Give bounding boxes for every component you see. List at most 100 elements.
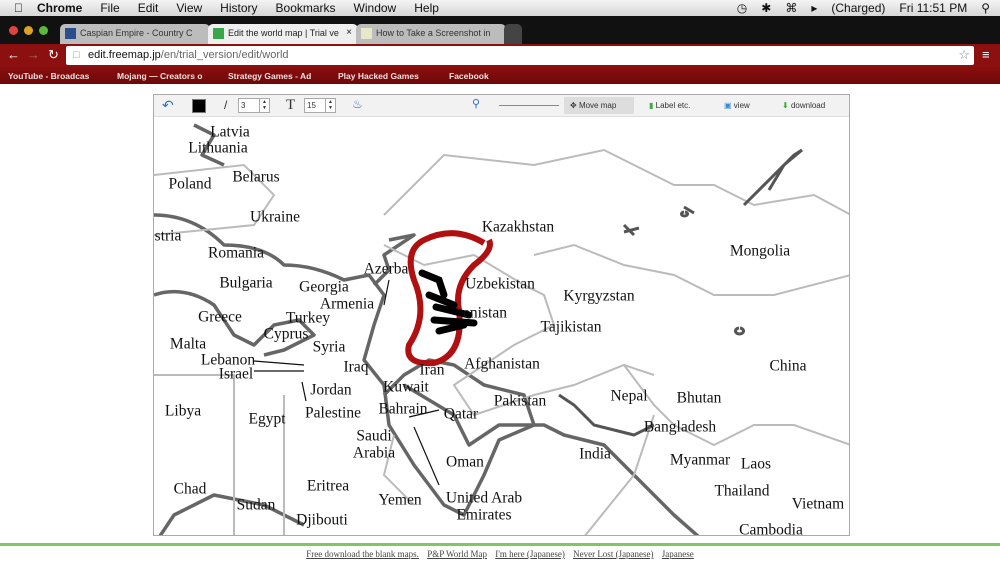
wifi-icon[interactable]: ⌘ bbox=[785, 1, 797, 15]
view-button[interactable]: ▣ view bbox=[724, 101, 750, 110]
red-scribble bbox=[405, 230, 493, 367]
undo-icon[interactable]: ↶ bbox=[162, 97, 174, 114]
chrome-menu-icon[interactable]: ≡ bbox=[982, 47, 990, 62]
map-label-chad: Chad bbox=[173, 480, 207, 498]
zoom-slider[interactable] bbox=[499, 105, 559, 106]
map-label-thailand: Thailand bbox=[714, 482, 770, 500]
menu-app[interactable]: Chrome bbox=[37, 1, 82, 15]
map-label-palestine: Palestine bbox=[305, 404, 361, 422]
map-label-oman: Oman bbox=[446, 453, 484, 471]
forward-icon[interactable]: → bbox=[27, 47, 40, 62]
footer-link-pp-world-map[interactable]: P&P World Map bbox=[427, 549, 487, 559]
footer-link-blank-maps[interactable]: Free download the blank maps. bbox=[306, 549, 419, 559]
map-label-emirates: Emirates bbox=[456, 506, 512, 524]
tab-how-to-screenshot[interactable]: How to Take a Screenshot in bbox=[356, 24, 506, 44]
map-label-poland: Poland bbox=[168, 175, 212, 193]
reload-icon[interactable]: ↻ bbox=[48, 47, 59, 63]
bookmark-play-hacked-games[interactable]: Play Hacked Games bbox=[338, 71, 419, 81]
menu-help[interactable]: Help bbox=[414, 1, 439, 15]
map-label-bhutan: Bhutan bbox=[676, 389, 722, 407]
map-label-iraq: Iraq bbox=[343, 358, 369, 376]
map-label-enistan: enistan bbox=[463, 304, 507, 322]
bar-chart-icon: ▮ bbox=[649, 101, 654, 110]
map-label-romania: Romania bbox=[208, 244, 264, 262]
map-label-mongolia: Mongolia bbox=[729, 242, 791, 260]
font-size-stepper[interactable]: 15 ▲ ▼ bbox=[304, 98, 336, 113]
map-label-laos: Laos bbox=[740, 455, 772, 473]
menu-edit[interactable]: Edit bbox=[138, 1, 159, 15]
bookmarks-bar: YouTube - Broadcas Mojang — Creators o S… bbox=[0, 67, 1000, 84]
map-label-kyrgyzstan: Kyrgyzstan bbox=[563, 287, 635, 305]
map-editor: Latvia Lithuania Poland Belarus Ukraine stria… bbox=[153, 94, 850, 536]
label-etc-button[interactable]: ▮ Label etc. bbox=[649, 101, 690, 110]
map-label-azerba: Azerba bbox=[363, 260, 409, 278]
back-icon[interactable]: ← bbox=[7, 47, 20, 62]
bookmark-youtube[interactable]: YouTube - Broadcas bbox=[8, 71, 89, 81]
line-width-stepper[interactable]: 3 ▲ ▼ bbox=[238, 98, 270, 113]
time-machine-icon[interactable]: ◷ bbox=[737, 1, 747, 15]
map-label-cambodia: Cambodia bbox=[739, 521, 803, 536]
move-icon: ✥ bbox=[570, 101, 577, 110]
color-picker-button[interactable] bbox=[192, 99, 206, 113]
map-label-cyprus: Cyprus bbox=[263, 325, 309, 343]
tab-bar: Caspian Empire - Country C Edit the worl… bbox=[0, 16, 1000, 44]
map-label-stria: stria bbox=[154, 227, 182, 245]
zoom-window-button[interactable] bbox=[39, 26, 48, 35]
footer-link-im-here[interactable]: I'm here (Japanese) bbox=[495, 549, 565, 559]
bookmark-mojang[interactable]: Mojang — Creators o bbox=[117, 71, 202, 81]
editor-toolbar: ↶ / 3 ▲ ▼ T 15 ▲ ▼ ♨ ⚲ ✥ Move map ▮ Label et… bbox=[154, 95, 849, 117]
world-map-canvas[interactable]: Latvia Lithuania Poland Belarus Ukraine stria… bbox=[154, 95, 849, 536]
menu-view[interactable]: View bbox=[176, 1, 202, 15]
map-label-kazakhstan: Kazakhstan bbox=[481, 218, 555, 236]
map-label-pakistan: Pakistan bbox=[493, 392, 547, 410]
map-label-bangladesh: Bangladesh bbox=[643, 418, 717, 436]
pen-icon[interactable]: / bbox=[224, 98, 227, 112]
map-label-vietnam: Vietnam bbox=[791, 495, 845, 513]
volume-icon[interactable]: ▸ bbox=[811, 1, 817, 15]
footer-link-never-lost[interactable]: Never Lost (Japanese) bbox=[573, 549, 653, 559]
map-label-kuwait: Kuwait bbox=[383, 378, 429, 396]
map-label-djibouti: Djibouti bbox=[296, 511, 348, 529]
map-label-lithuania: Lithuania bbox=[188, 139, 248, 157]
zoom-icon[interactable]: ⚲ bbox=[472, 97, 480, 110]
url-input[interactable]: □ edit.freemap.jp/en/trial_version/edit/w… bbox=[66, 46, 974, 65]
menu-file[interactable]: File bbox=[100, 1, 119, 15]
close-tab-icon[interactable]: × bbox=[346, 27, 352, 38]
bookmark-strategy-games[interactable]: Strategy Games - Ad bbox=[228, 71, 311, 81]
minimize-window-button[interactable] bbox=[24, 26, 33, 35]
battery-status[interactable]: (Charged) bbox=[831, 1, 885, 15]
bluetooth-icon[interactable]: ✱ bbox=[761, 1, 771, 15]
bookmark-facebook[interactable]: Facebook bbox=[449, 71, 489, 81]
menu-bookmarks[interactable]: Bookmarks bbox=[276, 1, 336, 15]
map-label-india: India bbox=[579, 445, 611, 463]
page-icon: □ bbox=[73, 49, 80, 61]
fill-bucket-icon[interactable]: ♨ bbox=[352, 97, 363, 111]
close-window-button[interactable] bbox=[9, 26, 18, 35]
download-button[interactable]: ⬇ download bbox=[782, 101, 825, 110]
move-map-button[interactable]: ✥ Move map bbox=[564, 97, 634, 114]
address-bar-row: ← → ↻ □ edit.freemap.jp/en/trial_version/… bbox=[0, 44, 1000, 67]
favicon-icon bbox=[361, 28, 372, 39]
map-label-jordan: Jordan bbox=[310, 381, 352, 399]
menu-window[interactable]: Window bbox=[354, 1, 397, 15]
map-label-egypt: Egypt bbox=[248, 410, 286, 428]
map-label-greece: Greece bbox=[198, 308, 242, 326]
apple-icon[interactable]:  bbox=[14, 1, 23, 15]
stepper-arrows-icon[interactable]: ▲ ▼ bbox=[325, 99, 335, 112]
tab-caspian-empire[interactable]: Caspian Empire - Country C bbox=[60, 24, 210, 44]
stepper-arrows-icon[interactable]: ▲ ▼ bbox=[259, 99, 269, 112]
map-label-arabia: Arabia bbox=[352, 444, 396, 462]
spotlight-icon[interactable]: ⚲ bbox=[981, 1, 990, 15]
tab-edit-world-map[interactable]: Edit the world map | Trial ve × bbox=[208, 24, 358, 44]
bookmark-star-icon[interactable]: ☆ bbox=[958, 47, 970, 63]
map-label-china: China bbox=[769, 357, 807, 375]
new-tab-button[interactable] bbox=[504, 24, 522, 44]
footer-links: Free download the blank maps. P&P World … bbox=[0, 543, 1000, 562]
clock[interactable]: Fri 11:51 PM bbox=[899, 1, 967, 15]
menu-history[interactable]: History bbox=[220, 1, 257, 15]
mac-menubar:  Chrome File Edit View History Bookmark… bbox=[0, 0, 1000, 16]
map-label-latvia: Latvia bbox=[210, 123, 250, 141]
map-label-united-arab: United Arab bbox=[445, 489, 523, 507]
footer-link-japanese[interactable]: Japanese bbox=[662, 549, 694, 559]
text-tool-icon[interactable]: T bbox=[286, 97, 295, 114]
